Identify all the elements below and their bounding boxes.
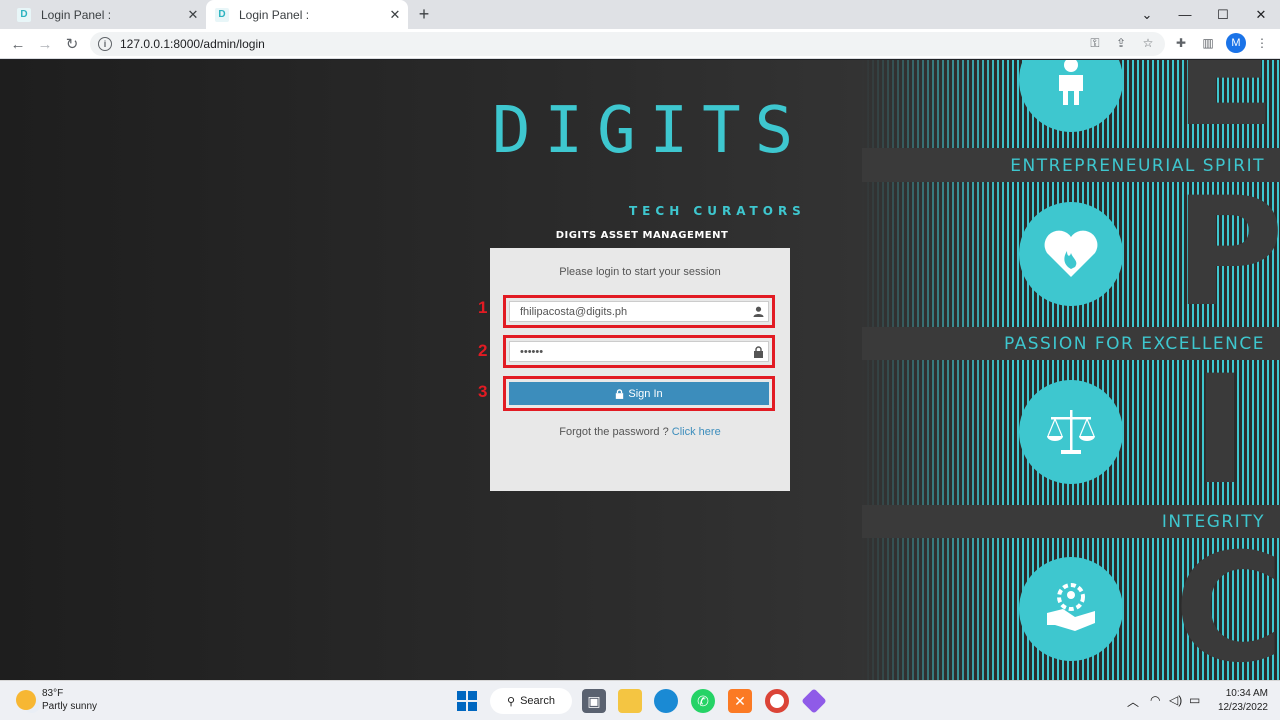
xampp-icon[interactable]: ✕ [728, 689, 752, 713]
epic-letter-i: I [1192, 344, 1248, 518]
partly-sunny-icon [16, 690, 36, 710]
logo-tagline: TECH CURATORS [629, 204, 806, 218]
task-view-icon[interactable]: ▣ [582, 689, 606, 713]
annotation-box-signin: Sign In [503, 376, 775, 411]
windows-taskbar: 83°F Partly sunny ⚲ Search ▣ ✆ ✕ ︿ ◠ ◁) … [0, 680, 1280, 720]
clock-time: 10:34 AM [1225, 688, 1268, 699]
sign-in-button[interactable]: Sign In [509, 382, 769, 405]
scales-of-justice-icon [1019, 380, 1123, 484]
clock-date: 12/23/2022 [1217, 702, 1268, 713]
digits-favicon-icon: D [215, 7, 229, 22]
close-tab-icon[interactable]: ✕ [184, 6, 202, 24]
reload-icon[interactable]: ↻ [62, 34, 82, 54]
annotation-number-3: 3 [478, 382, 488, 401]
url-text: 127.0.0.1:8000/admin/login [120, 37, 265, 51]
tab-title: Login Panel : [239, 7, 310, 22]
email-field[interactable]: fhilipacosta@digits.ph [509, 301, 769, 322]
address-bar[interactable]: i 127.0.0.1:8000/admin/login [90, 32, 1165, 56]
epic-letter-c: C [1174, 522, 1280, 680]
back-arrow-icon[interactable]: ← [8, 34, 28, 54]
menu-kebab-icon[interactable]: ⋮ [1253, 34, 1271, 52]
epic-letter-p: P [1174, 166, 1280, 340]
annotation-number-1: 1 [478, 298, 488, 317]
show-hidden-icons-chevron[interactable]: ︿ [1127, 693, 1139, 710]
chrome-icon[interactable] [765, 689, 789, 713]
login-page: DIGITS TECH CURATORS DIGITS ASSET MANAGE… [0, 60, 1280, 680]
teamwork-handshake-icon [1019, 557, 1123, 661]
taskbar-search[interactable]: ⚲ Search [490, 688, 572, 714]
browser-toolbar: ← → ↻ i 127.0.0.1:8000/admin/login ⚿ ⇪ ☆… [0, 29, 1280, 59]
key-icon[interactable]: ⚿ [1086, 34, 1104, 52]
forgot-password-link[interactable]: Click here [672, 426, 721, 438]
lock-icon [616, 388, 624, 399]
new-tab-button[interactable]: + [414, 4, 434, 24]
git-kraken-icon[interactable] [801, 688, 827, 714]
weather-condition: Partly sunny [42, 701, 98, 712]
epic-letter-e: E [1174, 60, 1277, 160]
annotation-box-email: fhilipacosta@digits.ph [503, 295, 775, 328]
forgot-password-row: Forgot the password ? Click here [490, 426, 790, 438]
browser-tab-bar: D Login Panel : ✕ D Login Panel : ✕ + ⌄ … [0, 0, 1280, 29]
profile-avatar[interactable]: M [1226, 33, 1246, 53]
user-icon [748, 306, 768, 317]
forgot-password-text: Forgot the password ? [559, 426, 669, 438]
login-form: Please login to start your session 1 fhi… [478, 248, 790, 491]
app-name: DIGITS ASSET MANAGEMENT [555, 230, 729, 241]
temperature: 83°F [42, 688, 64, 699]
password-field[interactable]: •••••• [509, 341, 769, 362]
whatsapp-icon[interactable]: ✆ [691, 689, 715, 713]
battery-icon[interactable]: ▭ [1189, 693, 1200, 707]
forward-arrow-icon[interactable]: → [35, 34, 55, 54]
logo-wordmark: DIGITS [492, 94, 808, 168]
lock-icon [748, 345, 768, 358]
tab-login-panel-1[interactable]: D Login Panel : ✕ [8, 0, 206, 29]
epic-values-banner: E ENTREPRENEURIAL SPIRIT P PASSION FOR E… [862, 60, 1280, 680]
volume-icon[interactable]: ◁) [1169, 693, 1182, 707]
weather-widget[interactable]: 83°F Partly sunny [16, 687, 97, 713]
search-label: Search [520, 695, 555, 707]
system-clock[interactable]: 10:34 AM 12/23/2022 [1212, 687, 1268, 715]
tab-search-chevron-icon[interactable]: ⌄ [1128, 0, 1166, 29]
file-explorer-icon[interactable] [618, 689, 642, 713]
minimize-button[interactable]: — [1166, 0, 1204, 29]
maximize-button[interactable]: ☐ [1204, 0, 1242, 29]
sign-in-label: Sign In [628, 387, 663, 400]
edge-browser-icon[interactable] [654, 689, 678, 713]
email-value: fhilipacosta@digits.ph [520, 305, 628, 318]
annotation-number-2: 2 [478, 341, 488, 360]
heart-flame-icon [1019, 202, 1123, 306]
windows-start-icon[interactable] [455, 689, 479, 713]
share-icon[interactable]: ⇪ [1112, 34, 1130, 52]
close-tab-icon[interactable]: ✕ [386, 6, 404, 24]
password-value: •••••• [520, 345, 544, 358]
close-window-button[interactable]: ✕ [1242, 0, 1280, 29]
side-panel-icon[interactable]: ▥ [1199, 34, 1217, 52]
login-message: Please login to start your session [559, 266, 721, 278]
wifi-icon[interactable]: ◠ [1150, 693, 1160, 707]
annotation-box-password: •••••• [503, 335, 775, 368]
tab-login-panel-2[interactable]: D Login Panel : ✕ [206, 0, 408, 29]
site-info-icon[interactable]: i [98, 37, 112, 51]
bookmark-star-icon[interactable]: ☆ [1139, 34, 1157, 52]
digits-favicon-icon: D [17, 7, 31, 22]
digits-logo: DIGITS TECH CURATORS DIGITS ASSET MANAGE… [492, 94, 808, 241]
search-icon: ⚲ [507, 695, 516, 708]
tab-title: Login Panel : [41, 7, 112, 22]
extensions-puzzle-icon[interactable]: ✚ [1172, 34, 1190, 52]
